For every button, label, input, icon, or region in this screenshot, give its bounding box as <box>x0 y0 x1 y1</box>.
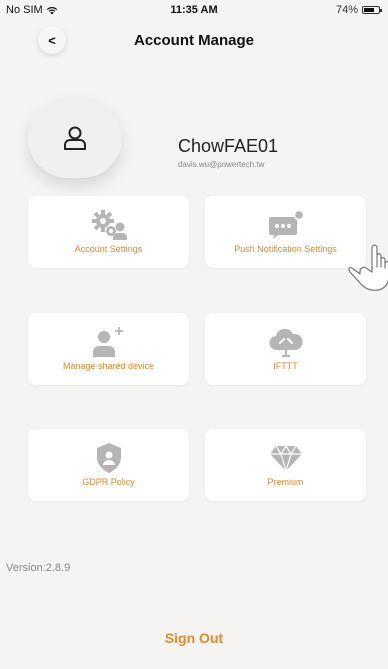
manage-shared-device-tile[interactable]: Manage shared device <box>28 313 189 385</box>
ifttt-tile[interactable]: IFTTT <box>205 313 366 385</box>
nav-bar: < Account Manage <box>0 26 388 58</box>
tile-label: GDPR Policy <box>82 476 135 487</box>
tile-label: Premium <box>267 476 304 487</box>
avatar[interactable] <box>28 98 122 178</box>
version-label: Version:2.8.9 <box>6 562 71 574</box>
add-user-icon <box>92 327 123 357</box>
chat-notification-icon <box>268 209 304 239</box>
tile-label: IFTTT <box>273 360 298 371</box>
tile-label: Manage shared device <box>62 360 155 371</box>
status-bar: No SIM 11:35 AM 74% <box>0 0 388 22</box>
push-notification-settings-tile[interactable]: Push Notification Settings <box>205 196 366 268</box>
battery-status: 74% <box>335 4 382 16</box>
sign-out-button[interactable]: Sign Out <box>0 630 388 646</box>
gears-user-icon <box>91 210 127 240</box>
hand-pointer-icon <box>348 244 388 291</box>
battery-icon <box>362 6 382 14</box>
gdpr-policy-tile[interactable]: GDPR Policy <box>28 429 189 501</box>
tile-label: Account Settings <box>74 243 143 254</box>
status-time: 11:35 AM <box>170 4 218 16</box>
user-icon <box>64 126 86 150</box>
battery-level-fill <box>364 8 375 12</box>
tile-label: Push Notification Settings <box>234 243 337 254</box>
user-email: davis.wu@powertech.tw <box>178 160 265 169</box>
cloud-link-icon <box>268 328 303 357</box>
account-settings-tile[interactable]: Account Settings <box>28 196 189 268</box>
page-title: Account Manage <box>133 32 254 49</box>
battery-percent: 74% <box>335 4 358 16</box>
diamond-icon <box>269 445 302 472</box>
premium-tile[interactable]: Premium <box>205 429 366 501</box>
shield-user-icon <box>96 443 121 473</box>
username: ChowFAE01 <box>178 136 279 156</box>
